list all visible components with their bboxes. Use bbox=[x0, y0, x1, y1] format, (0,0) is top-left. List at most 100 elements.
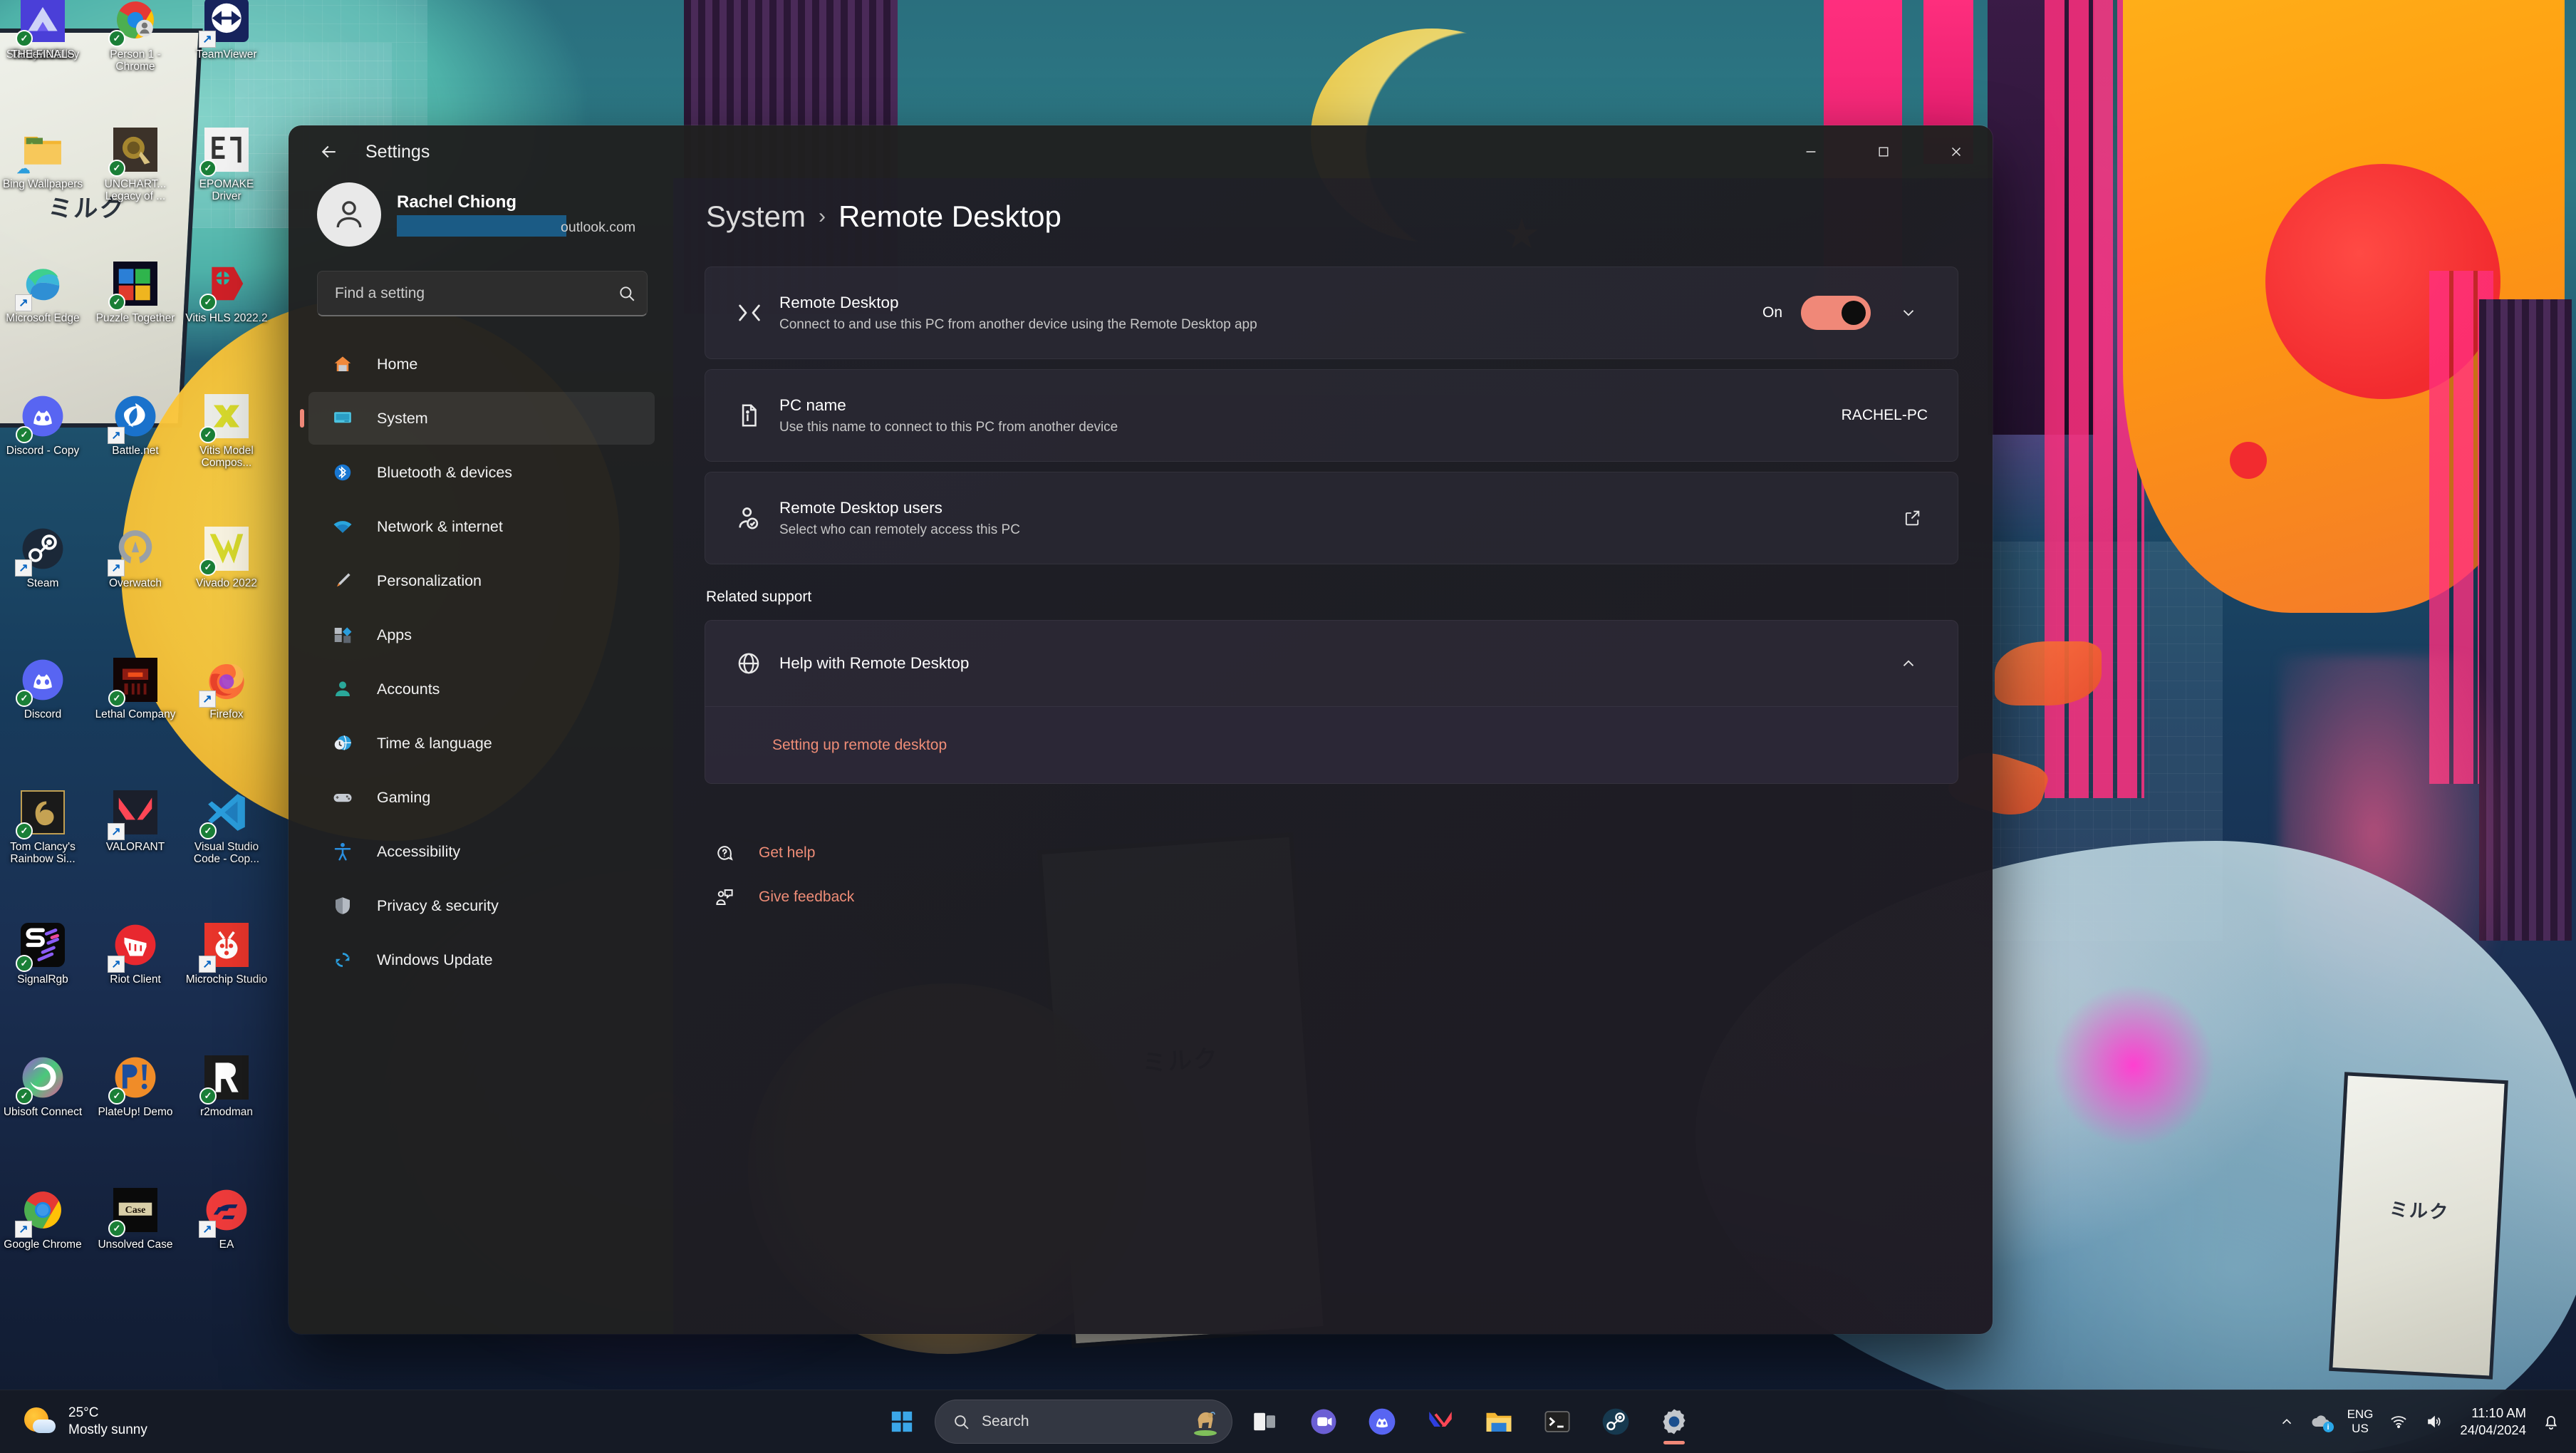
maximize-button[interactable] bbox=[1847, 125, 1920, 178]
shortcut-badge: ↗ bbox=[15, 294, 32, 311]
sync-check-badge: ✓ bbox=[199, 160, 217, 177]
desktop-icon[interactable]: ✓ Lethal Company bbox=[93, 656, 178, 720]
sidebar-item-gaming[interactable]: Gaming bbox=[308, 771, 655, 824]
volume-icon[interactable] bbox=[2424, 1413, 2444, 1430]
desktop-icon[interactable]: ✓ Visual Studio Code - Cop... bbox=[184, 788, 269, 866]
desktop-icon[interactable]: ✓ THE FINALS bbox=[0, 0, 85, 61]
desktop-icon[interactable]: ↗ Riot Client bbox=[93, 921, 178, 986]
desktop-icon[interactable]: ↗ Battle.net bbox=[93, 392, 178, 457]
desktop-icon[interactable]: ↗ Firefox bbox=[184, 656, 269, 720]
close-button[interactable] bbox=[1920, 125, 1993, 178]
sidebar-item-label: Time & language bbox=[377, 734, 492, 752]
desktop-icon[interactable]: ✓ Puzzle Together bbox=[93, 259, 178, 324]
desktop-icon[interactable]: ↗ TeamViewer bbox=[184, 0, 269, 61]
sidebar-item-home[interactable]: Home bbox=[308, 338, 655, 391]
desktop-icon-grid: Recycle Bin ✓ Person 1 - Chrome ↗ TeamVi… bbox=[0, 0, 299, 1354]
remote-desktop-row[interactable]: Remote Desktop Connect to and use this P… bbox=[705, 267, 1958, 358]
shortcut-badge: ↗ bbox=[108, 559, 125, 576]
sidebar-item-label: Windows Update bbox=[377, 951, 493, 968]
desktop-icon[interactable]: Case ✓ Unsolved Case bbox=[93, 1186, 178, 1251]
taskbar-app-terminal[interactable] bbox=[1530, 1395, 1584, 1449]
taskbar-app-valorant[interactable] bbox=[1413, 1395, 1468, 1449]
desktop-icon[interactable]: ✓ SignalRgb bbox=[0, 921, 85, 986]
back-arrow-icon[interactable] bbox=[308, 134, 350, 170]
desktop-icon[interactable]: ✓ Discord - Copy bbox=[0, 392, 85, 457]
sync-check-badge: ✓ bbox=[16, 426, 33, 443]
desktop-icon[interactable]: ✓ Vitis HLS 2022.2 bbox=[184, 259, 269, 324]
wifi-icon[interactable] bbox=[2389, 1413, 2409, 1430]
taskbar-app-steam[interactable] bbox=[1589, 1395, 1643, 1449]
weather-widget[interactable]: 25°C Mostly sunny bbox=[24, 1405, 238, 1439]
clock-date: 24/04/2024 bbox=[2460, 1422, 2526, 1437]
desktop-icon[interactable]: ↗ Overwatch bbox=[93, 524, 178, 589]
desktop-icon[interactable]: ✓ UNCHART... Legacy of ... bbox=[93, 125, 178, 203]
desktop-icon-label: Unsolved Case bbox=[98, 1239, 173, 1251]
onedrive-icon[interactable]: i bbox=[2310, 1412, 2334, 1432]
accessibility-icon bbox=[327, 836, 358, 867]
breadcrumb-parent[interactable]: System bbox=[706, 200, 806, 234]
wallpaper-small-circle bbox=[2230, 442, 2267, 479]
active-app-indicator bbox=[1663, 1441, 1685, 1444]
language-indicator[interactable]: ENG US bbox=[2347, 1407, 2374, 1436]
taskbar-app-file-explorer[interactable] bbox=[1472, 1395, 1526, 1449]
system-icon bbox=[327, 403, 358, 434]
footer-link-get-help[interactable]: Get help bbox=[709, 831, 1958, 875]
desktop-icon[interactable]: ✓ Person 1 - Chrome bbox=[93, 0, 178, 73]
taskbar-app-teams[interactable] bbox=[1297, 1395, 1351, 1449]
chevron-up-icon[interactable] bbox=[1889, 644, 1928, 683]
footer-link-give-feedback[interactable]: Give feedback bbox=[709, 875, 1958, 919]
taskbar-search-box[interactable]: Search bbox=[935, 1400, 1232, 1444]
desktop-icon[interactable]: ✓ Ubisoft Connect bbox=[0, 1053, 85, 1118]
desktop-icon[interactable]: ↗ Microsoft Edge bbox=[0, 259, 85, 324]
chevron-up-icon[interactable] bbox=[2279, 1414, 2295, 1429]
clock[interactable]: 11:10 AM 24/04/2024 bbox=[2460, 1405, 2526, 1439]
sidebar-item-bluetooth-devices[interactable]: Bluetooth & devices bbox=[308, 446, 655, 499]
settings-search-box[interactable] bbox=[317, 271, 648, 316]
user-profile[interactable]: Rachel Chiong outlook.com bbox=[307, 178, 655, 247]
taskbar-app-task-view[interactable] bbox=[1238, 1395, 1292, 1449]
desktop-icon-label: Overwatch bbox=[108, 577, 162, 589]
sidebar-item-system[interactable]: System bbox=[300, 392, 655, 445]
taskbar-apps bbox=[1238, 1395, 1701, 1449]
desktop-icon[interactable]: ✓ Vitis Model Compos... bbox=[184, 392, 269, 470]
remote-desktop-users-row[interactable]: Remote Desktop users Select who can remo… bbox=[705, 472, 1958, 564]
desktop-icon[interactable]: ↗ Steam bbox=[0, 524, 85, 589]
desktop-icon[interactable]: ✓ Vivado 2022 bbox=[184, 524, 269, 589]
desktop-icon-label: Ubisoft Connect bbox=[3, 1106, 83, 1118]
windows-start-icon[interactable] bbox=[875, 1395, 929, 1449]
sidebar-item-personalization[interactable]: Personalization bbox=[308, 554, 655, 607]
desktop-icon[interactable]: ↗ EA bbox=[184, 1186, 269, 1251]
wallpaper-koi-1 bbox=[1995, 641, 2102, 705]
sidebar-item-time-language[interactable]: Time & language bbox=[308, 717, 655, 770]
remote-desktop-icon bbox=[735, 299, 779, 327]
desktop-icon[interactable]: ✓ EPOMAKE Driver bbox=[184, 125, 269, 203]
setting-up-remote-desktop-link[interactable]: Setting up remote desktop bbox=[772, 737, 947, 754]
user-info: Rachel Chiong outlook.com bbox=[397, 192, 635, 237]
sidebar-item-accessibility[interactable]: Accessibility bbox=[308, 825, 655, 878]
desktop-icon[interactable]: ↗ Google Chrome bbox=[0, 1186, 85, 1251]
bell-icon[interactable] bbox=[2542, 1412, 2560, 1431]
sidebar-item-privacy-security[interactable]: Privacy & security bbox=[308, 879, 655, 932]
footer-link-label: Get help bbox=[759, 844, 816, 861]
help-expander-header[interactable]: Help with Remote Desktop bbox=[705, 621, 1958, 706]
sidebar-item-windows-update[interactable]: Windows Update bbox=[308, 934, 655, 986]
pc-name-row[interactable]: PC name Use this name to connect to this… bbox=[705, 370, 1958, 461]
desktop-icon[interactable]: ✓ Tom Clancy's Rainbow Si... bbox=[0, 788, 85, 866]
desktop-icon[interactable]: ☁ Bing Wallpapers bbox=[0, 125, 85, 190]
sidebar-item-apps[interactable]: Apps bbox=[308, 609, 655, 661]
desktop-icon[interactable]: ✓ Discord bbox=[0, 656, 85, 720]
remote-desktop-toggle[interactable] bbox=[1801, 296, 1871, 330]
minimize-button[interactable] bbox=[1775, 125, 1847, 178]
external-link-icon[interactable] bbox=[1896, 502, 1928, 534]
desktop-icon[interactable]: ✓ PlateUp! Demo bbox=[93, 1053, 178, 1118]
chevron-down-icon[interactable] bbox=[1889, 294, 1928, 332]
desktop-icon[interactable]: ↗ VALORANT bbox=[93, 788, 178, 853]
sidebar-item-accounts[interactable]: Accounts bbox=[308, 663, 655, 715]
search-input[interactable] bbox=[318, 284, 607, 302]
desktop-icon[interactable]: ✓ r2modman bbox=[184, 1053, 269, 1118]
sidebar-item-network-internet[interactable]: Network & internet bbox=[308, 500, 655, 553]
desktop-icon[interactable]: ↗ Microchip Studio bbox=[184, 921, 269, 986]
accounts-icon bbox=[327, 673, 358, 705]
taskbar-app-settings[interactable] bbox=[1647, 1395, 1701, 1449]
taskbar-app-discord[interactable] bbox=[1355, 1395, 1409, 1449]
